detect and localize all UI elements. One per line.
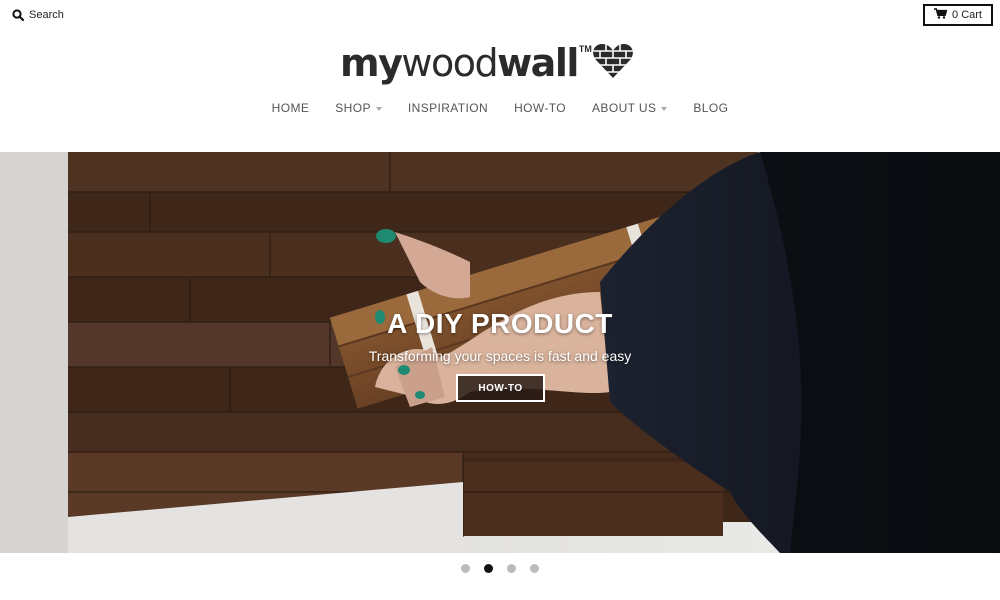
slide-dot-1[interactable]	[461, 564, 470, 573]
nav-item-label: HOME	[271, 101, 310, 115]
slider-dots	[0, 564, 1000, 573]
chevron-down-icon	[661, 106, 668, 111]
search-label: Search	[29, 9, 64, 21]
nav-item-blog[interactable]: BLOG	[693, 101, 728, 115]
nav-item-label: INSPIRATION	[407, 101, 489, 115]
cart-button[interactable]: 0 Cart	[923, 4, 993, 26]
search-link[interactable]: Search	[12, 9, 64, 21]
slide-dot-3[interactable]	[507, 564, 516, 573]
cart-icon	[934, 8, 948, 22]
chevron-down-icon	[375, 106, 382, 111]
nav-item-label: HOW-TO	[514, 101, 567, 115]
nav-item-how-to[interactable]: HOW-TO	[514, 101, 566, 115]
nav-item-about-us[interactable]: ABOUT US	[592, 101, 668, 115]
site-logo[interactable]: my wood wall TM	[340, 40, 633, 90]
nav-item-label: SHOP	[335, 101, 371, 115]
logo-text-my: my	[340, 41, 403, 85]
nav-item-home[interactable]: HOME	[272, 101, 310, 115]
logo-text-wood: wood	[401, 41, 498, 85]
brick-heart-icon	[593, 43, 633, 84]
top-bar: Search 0 Cart	[0, 0, 1000, 34]
hero-title: A DIY PRODUCT	[387, 308, 613, 339]
hero-slideshow: A DIY PRODUCT Transforming your spaces i…	[0, 152, 1000, 553]
nav-item-shop[interactable]: SHOP	[335, 101, 382, 115]
main-nav: HOME SHOP INSPIRATION HOW-TO ABOUT US BL…	[0, 101, 1000, 115]
logo-trademark: TM	[578, 44, 592, 54]
hero-subtitle: Transforming your spaces is fast and eas…	[368, 348, 632, 364]
search-icon	[12, 9, 24, 21]
nav-item-inspiration[interactable]: INSPIRATION	[408, 101, 488, 115]
how-to-button[interactable]: HOW-TO	[456, 374, 545, 402]
nav-item-label: BLOG	[693, 101, 729, 115]
slide-dot-2[interactable]	[484, 564, 493, 573]
logo-text-wall: wall	[497, 41, 579, 85]
slide-dot-4[interactable]	[530, 564, 539, 573]
nav-item-label: ABOUT US	[592, 101, 657, 115]
cart-label: 0 Cart	[952, 9, 982, 21]
